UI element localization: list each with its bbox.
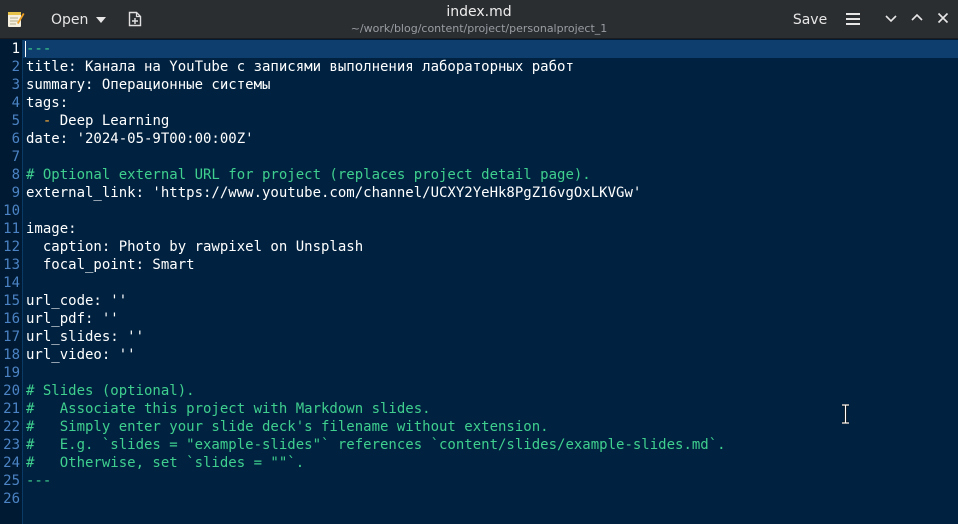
line-number: 4 <box>11 95 20 111</box>
line-text: tags: <box>26 95 69 111</box>
line-number: 20 <box>3 383 20 399</box>
line-number: 25 <box>3 473 20 489</box>
line-number: 21 <box>3 401 20 417</box>
line-number: 7 <box>11 149 20 165</box>
code-line: 15 url_code: '' <box>0 292 958 310</box>
line-text: focal_point: Smart <box>26 257 195 273</box>
line-text: image: <box>26 221 77 237</box>
new-document-icon[interactable] <box>128 11 142 27</box>
code-line: 7 <box>0 148 958 166</box>
code-line: 9 external_link: 'https://www.youtube.com… <box>0 184 958 202</box>
code-line: 24 # Otherwise, set `slides = ""`. <box>0 454 958 472</box>
chevron-down-icon <box>96 17 107 23</box>
line-number: 24 <box>3 455 20 471</box>
text-editor[interactable]: 1 --- 2 title: Канала на YouTube с записями… <box>0 40 958 524</box>
line-number: 5 <box>11 113 20 129</box>
code-line: 17 url_slides: '' <box>0 328 958 346</box>
code-line: 16 url_pdf: '' <box>0 310 958 328</box>
line-text: caption: Photo by rawpixel on Unsplash <box>26 239 364 255</box>
line-number: 18 <box>3 347 20 363</box>
window-title: index.md ~/work/blog/content/project/per… <box>300 3 658 36</box>
line-text: date: '2024-05-9T00:00:00Z' <box>26 131 254 147</box>
code-line: 19 <box>0 364 958 382</box>
document-path: ~/work/blog/content/project/personalproj… <box>350 22 608 35</box>
line-text: # Simply enter your slide deck's filenam… <box>26 419 549 435</box>
line-text: summary: Операционные системы <box>26 77 271 93</box>
line-number: 1 <box>11 41 20 57</box>
line-number: 6 <box>11 131 20 147</box>
line-number: 13 <box>3 257 20 273</box>
code-line: 18 url_video: '' <box>0 346 958 364</box>
header-bar: Open index.md ~/work/blog/content/projec… <box>0 0 958 39</box>
ibeam-cursor-icon <box>842 404 849 424</box>
code-line: 23 # E.g. `slides = "example-slides"` ref… <box>0 436 958 454</box>
line-text: url_video: '' <box>26 347 136 363</box>
line-text: # Slides (optional). <box>26 383 195 399</box>
line-text: --- <box>26 473 52 489</box>
code-line: 6 date: '2024-05-9T00:00:00Z' <box>0 130 958 148</box>
code-line: 1 --- <box>0 40 958 58</box>
save-button[interactable]: Save <box>786 7 834 33</box>
minimize-button[interactable] <box>885 12 897 24</box>
line-text: title: Канала на YouTube с записями выпо… <box>26 59 574 75</box>
code-line: 8 # Optional external URL for project (re… <box>0 166 958 184</box>
line-number: 12 <box>3 239 20 255</box>
code-line: 10 <box>0 202 958 220</box>
line-number: 19 <box>3 365 20 381</box>
open-button-label: Open <box>51 12 89 28</box>
line-number: 17 <box>3 329 20 345</box>
list-marker: - <box>42 113 52 129</box>
code-line: 14 <box>0 274 958 292</box>
code-line: 4 tags: <box>0 94 958 112</box>
maximize-button[interactable] <box>911 12 923 24</box>
line-number: 2 <box>11 59 20 75</box>
text-editor-icon <box>8 12 25 27</box>
hamburger-menu-icon[interactable] <box>846 13 860 25</box>
line-number: 22 <box>3 419 20 435</box>
line-number: 15 <box>3 293 20 309</box>
close-button[interactable] <box>937 12 949 24</box>
code-line: 3 summary: Операционные системы <box>0 76 958 94</box>
code-line: 20 # Slides (optional). <box>0 382 958 400</box>
line-text: # Associate this project with Markdown s… <box>26 401 431 417</box>
line-text: external_link: 'https://www.youtube.com/… <box>26 185 642 201</box>
open-button[interactable]: Open <box>38 7 110 33</box>
line-number: 3 <box>11 77 20 93</box>
text-cursor <box>25 41 26 57</box>
code-line: 25 --- <box>0 472 958 490</box>
line-number: 26 <box>3 491 20 507</box>
line-number: 16 <box>3 311 20 327</box>
line-text: --- <box>26 41 52 57</box>
code-line: 12 caption: Photo by rawpixel on Unsplas… <box>0 238 958 256</box>
line-number: 11 <box>3 221 20 237</box>
code-line: 13 focal_point: Smart <box>0 256 958 274</box>
line-number: 14 <box>3 275 20 291</box>
line-number: 10 <box>3 203 20 219</box>
list-item-text: Deep Learning <box>59 113 170 129</box>
line-text: url_code: '' <box>26 293 128 309</box>
line-number: 9 <box>11 185 20 201</box>
line-text: # E.g. `slides = "example-slides"` refer… <box>26 437 726 453</box>
code-line: 5 - Deep Learning <box>0 112 958 130</box>
line-text: # Optional external URL for project (rep… <box>26 167 591 183</box>
code-line: 22 # Simply enter your slide deck's filen… <box>0 418 958 436</box>
line-text: url_pdf: '' <box>26 311 119 327</box>
line-text: - Deep Learning <box>26 112 169 130</box>
line-number: 8 <box>11 167 20 183</box>
line-text: # Otherwise, set `slides = ""`. <box>26 455 305 471</box>
line-number: 23 <box>3 437 20 453</box>
document-title: index.md <box>446 4 512 20</box>
code-line: 11 image: <box>0 220 958 238</box>
code-line: 21 # Associate this project with Markdown… <box>0 400 958 418</box>
line-text: url_slides: '' <box>26 329 145 345</box>
code-line: 2 title: Канала на YouTube с записями вып… <box>0 58 958 76</box>
code-line: 26 <box>0 490 958 508</box>
